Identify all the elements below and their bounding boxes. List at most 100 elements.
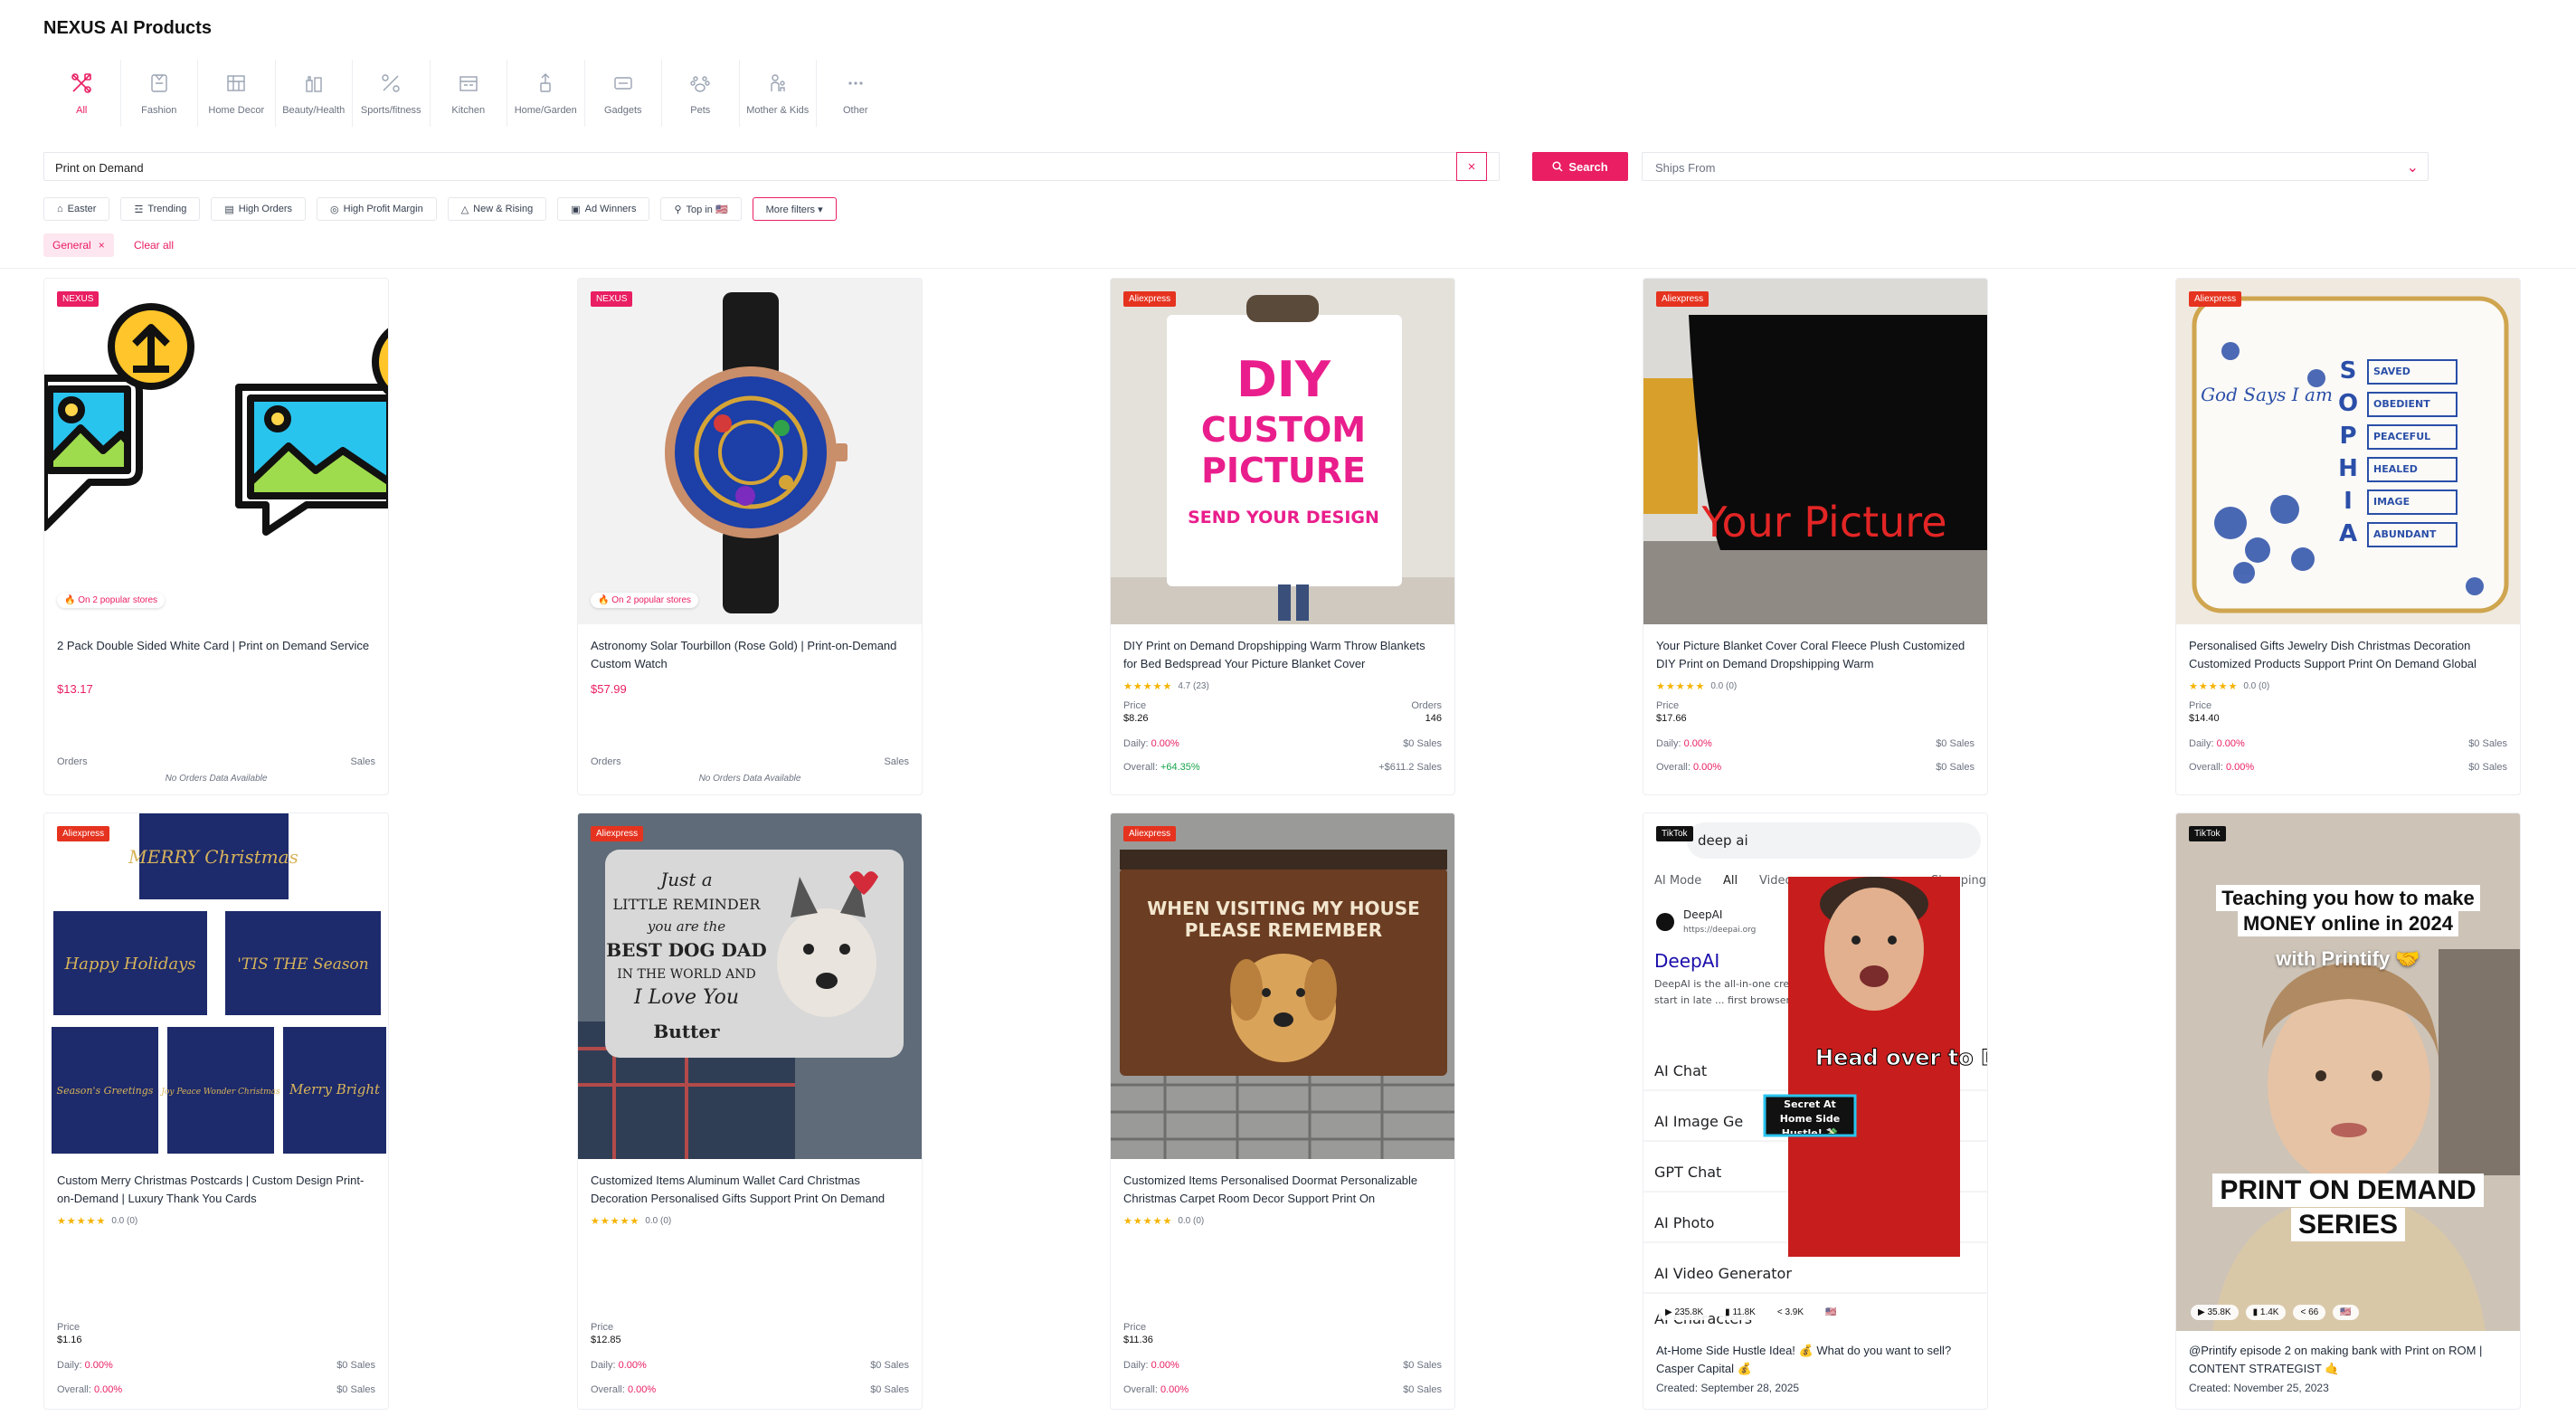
more-filters-button[interactable]: More filters ▾ [752, 197, 837, 221]
chip-label: Trending [147, 204, 187, 214]
product-card[interactable]: Aliexpress MERRY Christmas Happy Holiday… [43, 813, 389, 1410]
category-other[interactable]: Other [817, 60, 895, 127]
product-card[interactable]: NEXUS 🔥 On 2 popular stores 2 Pack Doubl… [43, 278, 389, 795]
overall-label: Overall: [1656, 762, 1690, 773]
star-icons: ★★★★★ [1656, 681, 1706, 692]
wallet-text: BEST DOG DAD [606, 939, 766, 961]
pets-icon [690, 76, 710, 92]
source-badge: TikTok [2189, 826, 2226, 841]
postcard-text: MERRY Christmas [128, 846, 298, 868]
video-overlay-sub: with Printify 🤝 [2276, 947, 2420, 970]
chip-top-in[interactable]: ⚲ Top in 🇺🇸 [660, 197, 742, 221]
orders-label: Orders [57, 756, 88, 767]
stats-header: Orders Sales [591, 756, 909, 767]
video-menu-item: AI Video Generator [1654, 1265, 1792, 1282]
blanket-print-text: Your Picture [1700, 498, 1946, 546]
dish-left-text: God Says I am [2201, 384, 2333, 405]
postcard-text: Joy Peace Wonder Christmas [159, 1088, 280, 1097]
product-title: Personalised Gifts Jewelry Dish Christma… [2189, 639, 2477, 670]
video-overlay-headline: Teaching you how to make MONEY online in… [2216, 885, 2480, 936]
category-label: Fashion [141, 105, 177, 116]
all-icon [71, 73, 92, 93]
chip-high-orders[interactable]: ▤ High Orders [211, 197, 307, 221]
clear-search-button[interactable]: × [1456, 152, 1487, 181]
product-title: 2 Pack Double Sided White Card | Print o… [57, 639, 370, 652]
card-body: 2 Pack Double Sided White Card | Print o… [44, 624, 388, 794]
other-icon [848, 81, 863, 85]
daily-label: Daily: [1123, 738, 1149, 749]
daily-row: Daily: 0.00% $0 Sales [591, 1360, 909, 1371]
product-card[interactable]: Aliexpress Your Picture Your Picture Bla… [1643, 278, 1988, 795]
overall-percent: 0.00% [1692, 762, 1722, 773]
price-label: Price [1123, 700, 1147, 711]
product-card[interactable]: Aliexpress Just a LITTLE REMINDER you ar… [577, 813, 923, 1410]
clear-all-link[interactable]: Clear all [134, 239, 174, 252]
search-button[interactable]: Search [1532, 152, 1628, 181]
rating: ★★★★★ 0.0 (0) [1656, 680, 1975, 692]
category-home-decor[interactable]: Home Decor [198, 60, 276, 127]
dish-word: OBEDIENT [2373, 398, 2430, 410]
price-row: $14.40 [2189, 713, 2507, 724]
trending-icon: ☲ [134, 204, 144, 215]
blanket-image: DIY CUSTOM PICTURE SEND YOUR DESIGN [1111, 279, 1454, 624]
product-image: Aliexpress Just a LITTLE REMINDER you ar… [578, 813, 922, 1159]
active-filter-tag[interactable]: General × [43, 233, 114, 257]
chip-ad-winners[interactable]: ▣ Ad Winners [557, 197, 650, 221]
home-garden-icon [540, 73, 551, 92]
price-header: Price [57, 1322, 375, 1333]
daily-label: Daily: [1123, 1360, 1149, 1371]
search-icon [1552, 161, 1563, 172]
card-body: Custom Merry Christmas Postcards | Custo… [44, 1159, 388, 1409]
product-card[interactable]: Aliexpress God Says I am S O P H I A SAV… [2175, 278, 2521, 795]
overall-percent: 0.00% [1160, 1384, 1189, 1395]
chip-high-profit[interactable]: ◎ High Profit Margin [317, 197, 437, 221]
rating: ★★★★★ 0.0 (0) [2189, 680, 2507, 692]
overall-sales: $0 Sales [1403, 1384, 1442, 1395]
category-gadgets[interactable]: Gadgets [585, 60, 662, 127]
category-home-garden[interactable]: Home/Garden [507, 60, 585, 127]
no-data-text: No Orders Data Available [165, 774, 268, 784]
category-all[interactable]: All [43, 60, 121, 127]
price-label: Price [591, 1322, 614, 1333]
product-card[interactable]: Aliexpress WHEN VISITING MY HOUSE PLEASE… [1110, 813, 1455, 1410]
overall-sales: $0 Sales [1936, 762, 1975, 773]
product-price: $8.26 [1123, 713, 1149, 724]
overall-percent: +64.35% [1160, 762, 1200, 773]
chip-easter[interactable]: ⌂ Easter [43, 197, 110, 221]
postcards-image: MERRY Christmas Happy Holidays 'TIS THE … [44, 813, 388, 1159]
ad-icon: ▣ [571, 204, 581, 215]
overall-row: Overall: 0.00% $0 Sales [1656, 762, 1975, 773]
filter-chips: ⌂ Easter ☲ Trending ▤ High Orders ◎ High Pro… [43, 197, 837, 221]
black-blanket-image: Your Picture [1643, 279, 1987, 624]
tiktok-card[interactable]: TikTok Teaching you how to make MONEY on… [2175, 813, 2521, 1410]
star-icons: ★★★★★ [591, 1216, 640, 1227]
video-thumbnail: TikTok Teaching you how to make MONEY on… [2176, 813, 2520, 1331]
price-label: Price [57, 1322, 80, 1333]
product-image: Aliexpress MERRY Christmas Happy Holiday… [44, 813, 388, 1159]
close-icon[interactable]: × [99, 239, 105, 252]
overall-row: Overall: 0.00% $0 Sales [2189, 762, 2507, 773]
dish-letter: A [2339, 520, 2357, 547]
rating: ★★★★★ 0.0 (0) [1123, 1215, 1442, 1227]
product-card[interactable]: NEXUS 🔥 On 2 popular stores Astronomy So… [577, 278, 923, 795]
price-header: Price [591, 1322, 909, 1333]
category-sports[interactable]: Sports/fitness [353, 60, 431, 127]
category-fashion[interactable]: Fashion [121, 60, 198, 127]
chip-trending[interactable]: ☲ Trending [120, 197, 201, 221]
wallet-text: IN THE WORLD AND [617, 967, 755, 982]
product-card[interactable]: Aliexpress DIY CUSTOM PICTURE SEND YOUR … [1110, 278, 1455, 795]
daily-percent: 0.00% [1683, 738, 1712, 749]
tiktok-card[interactable]: TikTok deep ai AI Mode All Videos Shoppi… [1643, 813, 1988, 1410]
chip-new-rising[interactable]: △ New & Rising [447, 197, 547, 221]
category-kitchen[interactable]: Kitchen [431, 60, 507, 127]
search-input[interactable]: Print on Demand [43, 152, 1500, 181]
ships-from-select[interactable]: Ships From ⌄ [1642, 152, 2429, 181]
category-beauty-health[interactable]: Beauty/Health [276, 60, 353, 127]
overall-row: Overall: 0.00% $0 Sales [57, 1384, 375, 1395]
category-mother-kids[interactable]: Mother & Kids [740, 60, 817, 127]
category-pets[interactable]: Pets [662, 60, 740, 127]
sales-label: Sales [350, 756, 375, 767]
daily-percent: 0.00% [2216, 738, 2245, 749]
video-menu-item: AI Image Ge [1654, 1113, 1743, 1130]
card-body: At-Home Side Hustle Idea! 💰 What do you … [1643, 1331, 1987, 1409]
